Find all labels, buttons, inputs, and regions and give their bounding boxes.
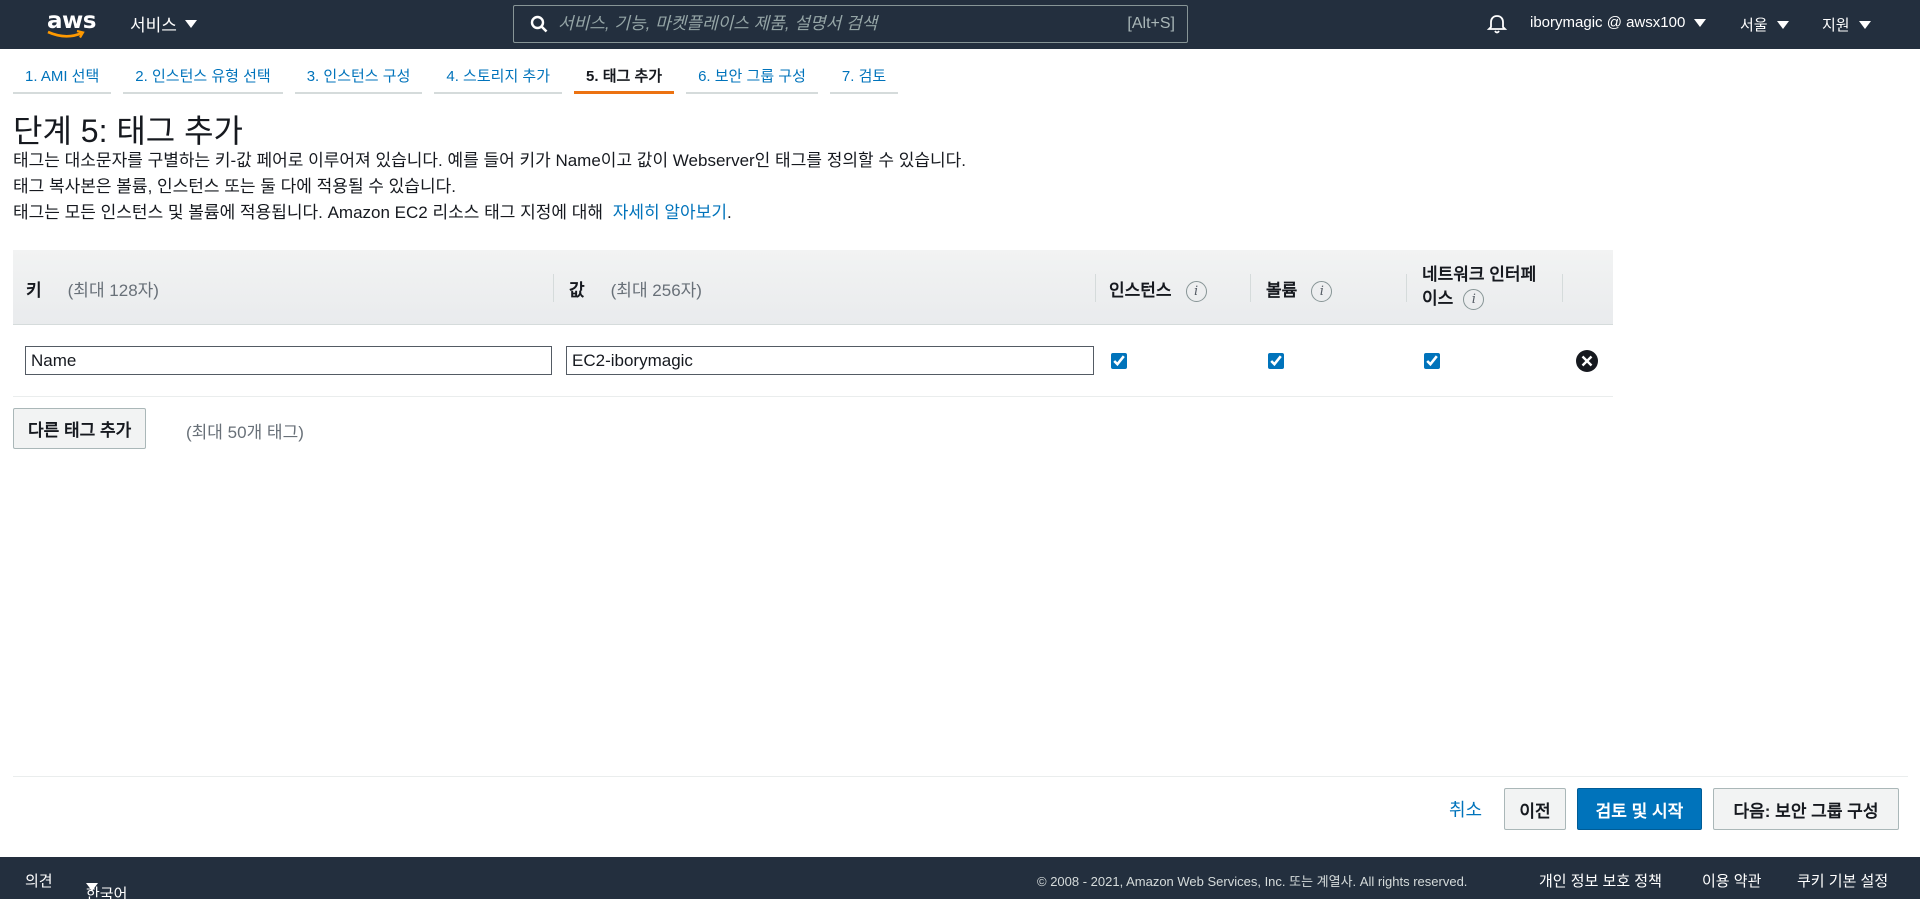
key-header-label: 키 [26, 281, 42, 300]
tag-value-input[interactable] [566, 346, 1094, 375]
info-icon[interactable]: i [1311, 281, 1333, 303]
privacy-policy-link[interactable]: 개인 정보 보호 정책 [1539, 870, 1662, 891]
network-header-line-2: 이스 [1422, 289, 1454, 308]
wizard-step-ami[interactable]: 1. AMI 선택 [13, 60, 112, 94]
account-menu[interactable]: iborymagic @ awsx100 [1530, 14, 1707, 31]
wizard-step-instance-type[interactable]: 2. 인스턴스 유형 선택 [123, 60, 283, 94]
support-label: 지원 [1822, 17, 1850, 34]
volume-header-label: 볼륨 [1266, 281, 1298, 300]
previous-button[interactable]: 이전 [1504, 788, 1566, 830]
notifications-bell-icon[interactable] [1486, 13, 1508, 40]
wizard-step-review[interactable]: 7. 검토 [829, 60, 899, 94]
caret-down-icon [86, 883, 98, 891]
caret-down-icon [184, 19, 197, 28]
wizard-step-security-group[interactable]: 6. 보안 그룹 구성 [686, 60, 818, 94]
account-label: iborymagic @ awsx100 [1530, 14, 1686, 31]
caret-down-icon [1776, 20, 1789, 29]
cookie-preferences-link[interactable]: 쿠키 기본 설정 [1797, 870, 1888, 891]
instance-column-header: 인스턴스 i [1109, 276, 1207, 303]
search-input[interactable] [558, 7, 1128, 41]
search-shortcut-hint: [Alt+S] [1127, 15, 1175, 32]
divider [13, 776, 1908, 777]
tags-table: 키 (최대 128자) 값 (최대 256자) 인스턴스 i 볼륨 i 네트워크 인터페… [13, 250, 1613, 397]
services-label: 서비스 [130, 16, 177, 35]
network-interface-column-header: 네트워크 인터페 이스 i [1422, 263, 1536, 311]
terms-link[interactable]: 이용 약관 [1702, 870, 1761, 891]
caret-down-icon [1694, 18, 1707, 27]
remove-tag-icon[interactable] [1575, 349, 1599, 373]
instance-header-label: 인스턴스 [1109, 281, 1172, 300]
column-divider [1562, 274, 1563, 302]
description-line-1: 태그는 대소문자를 구별하는 키-값 페어로 이루어져 있습니다. 예를 들어 … [13, 151, 966, 170]
copyright-text: © 2008 - 2021, Amazon Web Services, Inc.… [1037, 874, 1468, 889]
network-interface-checkbox[interactable] [1424, 353, 1440, 369]
review-and-launch-button[interactable]: 검토 및 시작 [1577, 788, 1702, 830]
aws-smile-icon [47, 30, 85, 39]
learn-more-link[interactable]: 자세히 알아보기 [613, 203, 727, 222]
search-box[interactable]: [Alt+S] [513, 5, 1188, 43]
tags-table-header: 키 (최대 128자) 값 (최대 256자) 인스턴스 i 볼륨 i 네트워크 인터페… [13, 250, 1613, 325]
footer-bar: 의견 한국어 © 2008 - 2021, Amazon Web Service… [0, 857, 1920, 903]
volume-checkbox[interactable] [1268, 353, 1284, 369]
column-divider [1250, 274, 1251, 302]
info-icon[interactable]: i [1185, 281, 1207, 303]
wizard-step-tags[interactable]: 5. 태그 추가 [574, 60, 675, 94]
column-divider [1095, 274, 1096, 302]
description-line-3-text: 태그는 모든 인스턴스 및 볼륨에 적용됩니다. Amazon EC2 리소스 … [13, 203, 604, 222]
wizard-step-configure[interactable]: 3. 인스턴스 구성 [294, 60, 423, 94]
info-icon[interactable]: i [1463, 289, 1485, 311]
add-tag-hint: (최대 50개 태그) [186, 423, 304, 442]
column-divider [553, 274, 554, 302]
add-tag-button[interactable]: 다른 태그 추가 [13, 408, 147, 449]
volume-column-header: 볼륨 i [1266, 276, 1333, 303]
value-header-label: 값 [569, 281, 585, 300]
search-icon [520, 6, 558, 42]
description-line-3-end: . [726, 203, 732, 222]
column-divider [1406, 274, 1407, 302]
region-label: 서울 [1740, 17, 1768, 34]
description-line-3: 태그는 모든 인스턴스 및 볼륨에 적용됩니다. Amazon EC2 리소스 … [13, 198, 732, 223]
region-menu[interactable]: 서울 [1740, 14, 1789, 35]
feedback-link[interactable]: 의견 [25, 870, 53, 891]
cancel-link[interactable]: 취소 [1449, 796, 1482, 822]
description-line-2: 태그 복사본은 볼륨, 인스턴스 또는 둘 다에 적용될 수 있습니다. [13, 177, 456, 196]
key-column-header: 키 (최대 128자) [26, 276, 159, 301]
next-security-group-button[interactable]: 다음: 보안 그룹 구성 [1713, 788, 1899, 830]
key-header-hint: (최대 128자) [67, 281, 159, 300]
top-navigation-bar: aws 서비스 [Alt+S] iborymagic @ awsx100 서울 … [0, 0, 1920, 49]
network-header-line-1: 네트워크 인터페 [1422, 265, 1537, 284]
aws-logo[interactable]: aws [44, 8, 96, 40]
value-column-header: 값 (최대 256자) [569, 276, 702, 301]
wizard-steps: 1. AMI 선택 2. 인스턴스 유형 선택 3. 인스턴스 구성 4. 스토… [13, 60, 910, 94]
table-row [13, 325, 1613, 397]
wizard-step-storage[interactable]: 4. 스토리지 추가 [434, 60, 563, 94]
caret-down-icon [1858, 20, 1871, 29]
tag-key-input[interactable] [25, 346, 552, 375]
support-menu[interactable]: 지원 [1822, 14, 1871, 35]
instance-checkbox[interactable] [1111, 353, 1127, 369]
services-menu[interactable]: 서비스 [130, 11, 197, 36]
value-header-hint: (최대 256자) [610, 281, 702, 300]
